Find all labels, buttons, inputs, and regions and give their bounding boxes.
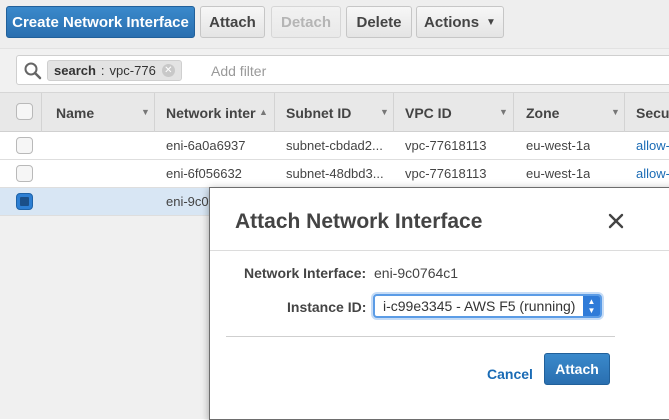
column-divider [274,93,275,132]
filter-token[interactable]: search : vpc-776 ✕ [47,60,182,81]
row-checkbox-checked[interactable] [16,193,33,210]
dialog-title: Attach Network Interface [235,210,483,233]
cell-network-interface-id: eni-6f056632 [166,166,242,181]
create-network-interface-button[interactable]: Create Network Interface [6,6,195,38]
sort-ascending-icon[interactable]: ▲ [259,107,268,117]
search-icon [24,62,42,80]
cell-zone: eu-west-1a [526,138,591,153]
delete-label: Delete [356,13,402,31]
attach-button[interactable]: Attach [544,353,610,385]
row-checkbox[interactable] [16,137,33,154]
cell-security-group-link[interactable]: allow- [636,132,669,159]
column-divider [154,93,155,132]
table-row[interactable]: eni-6f056632 subnet-48dbd3... vpc-776181… [0,160,669,188]
instance-id-label: Instance ID: [287,299,367,315]
select-all-checkbox[interactable] [16,103,33,120]
cancel-link[interactable]: Cancel [487,366,533,382]
table-row[interactable]: eni-6a0a6937 subnet-cbdad2... vpc-776181… [0,132,669,160]
network-interface-label: Network Interface: [244,265,367,281]
cell-subnet-id: subnet-48dbd3... [286,166,384,181]
column-divider [41,93,42,132]
cell-network-interface-id: eni-9c0 [166,194,209,209]
row-checkbox[interactable] [16,165,33,182]
sort-icon[interactable]: ▼ [499,107,508,117]
column-divider [393,93,394,132]
column-header-name[interactable]: Name [56,93,146,132]
filter-bar: search : vpc-776 ✕ Add filter [0,48,669,93]
column-header-network-interface[interactable]: Network interfa [166,93,256,132]
column-divider [513,93,514,132]
actions-label: Actions [424,13,480,31]
attach-button-label: Attach [555,361,599,377]
cell-security-group-link[interactable]: allow- [636,160,669,187]
detach-button[interactable]: Detach [271,6,341,38]
attach-network-interface-dialog: Attach Network Interface Network Interfa… [209,187,669,420]
column-header-security-groups[interactable]: Security [636,93,669,132]
table-header: Name ▼ Network interfa ▲ Subnet ID ▼ VPC… [0,92,669,132]
filter-input[interactable]: search : vpc-776 ✕ Add filter [16,55,669,85]
remove-filter-icon[interactable]: ✕ [161,64,175,77]
attach-toolbar-label: Attach [209,13,256,31]
detach-label: Detach [280,13,332,31]
instance-id-select[interactable]: i-c99e3345 - AWS F5 (running) ▲ ▼ [373,294,602,318]
cell-vpc-id: vpc-77618113 [405,166,487,181]
delete-button[interactable]: Delete [346,6,412,38]
attach-toolbar-button[interactable]: Attach [200,6,265,38]
cell-zone: eu-west-1a [526,166,591,181]
chevron-down-icon: ▼ [486,16,496,28]
create-network-interface-label: Create Network Interface [12,13,189,31]
column-header-subnet-id[interactable]: Subnet ID [286,93,376,132]
filter-token-key: search [54,63,96,78]
actions-dropdown-button[interactable]: Actions ▼ [416,6,504,38]
sort-icon[interactable]: ▼ [380,107,389,117]
column-header-vpc-id[interactable]: VPC ID [405,93,495,132]
instance-id-selected-value: i-c99e3345 - AWS F5 (running) [383,298,576,314]
toolbar: Create Network Interface Attach Detach D… [0,0,669,48]
cell-network-interface-id: eni-6a0a6937 [166,138,246,153]
filter-token-separator: : [100,63,105,78]
sort-icon[interactable]: ▼ [611,107,620,117]
column-divider [624,93,625,132]
dialog-divider [210,250,669,251]
select-stepper-icon[interactable]: ▲ ▼ [583,296,600,316]
dialog-footer-divider [226,336,615,337]
sort-icon[interactable]: ▼ [141,107,150,117]
network-interface-value: eni-9c0764c1 [374,265,459,281]
cell-vpc-id: vpc-77618113 [405,138,487,153]
add-filter-placeholder[interactable]: Add filter [211,63,266,79]
cell-subnet-id: subnet-cbdad2... [286,138,383,153]
filter-token-value: vpc-776 [109,63,156,78]
close-icon[interactable] [605,210,627,232]
column-header-zone[interactable]: Zone [526,93,616,132]
